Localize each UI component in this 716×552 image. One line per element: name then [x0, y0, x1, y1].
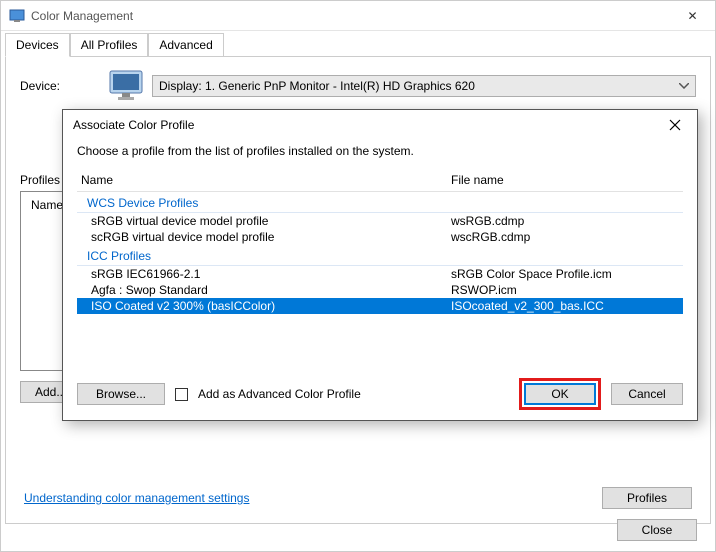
- close-icon: [669, 119, 681, 131]
- ok-button[interactable]: OK: [524, 383, 596, 405]
- list-item[interactable]: sRGB IEC61966-2.1 sRGB Color Space Profi…: [77, 266, 683, 282]
- row-name: Agfa : Swop Standard: [91, 283, 451, 297]
- row-name: sRGB virtual device model profile: [91, 214, 451, 228]
- add-advanced-checkbox[interactable]: [175, 388, 188, 401]
- ok-highlight: OK: [519, 378, 601, 410]
- group-wcs: WCS Device Profiles: [77, 194, 683, 213]
- dialog-titlebar: Associate Color Profile: [63, 110, 697, 140]
- header-file[interactable]: File name: [447, 173, 683, 187]
- row-name: sRGB IEC61966-2.1: [91, 267, 451, 281]
- row-file: sRGB Color Space Profile.icm: [451, 267, 612, 281]
- row-file: ISOcoated_v2_300_bas.ICC: [451, 299, 604, 313]
- dialog-body: Choose a profile from the list of profil…: [63, 140, 697, 324]
- row-name: ISO Coated v2 300% (basICColor): [91, 299, 451, 313]
- list-item[interactable]: sRGB virtual device model profile wsRGB.…: [77, 213, 683, 229]
- group-icc: ICC Profiles: [77, 247, 683, 266]
- dialog-button-row: Browse... Add as Advanced Color Profile …: [63, 368, 697, 420]
- dialog-overlay: Associate Color Profile Choose a profile…: [0, 0, 716, 552]
- browse-button[interactable]: Browse...: [77, 383, 165, 405]
- grid-header: Name File name: [77, 169, 683, 192]
- dialog-close-button[interactable]: [653, 111, 697, 140]
- list-item-selected[interactable]: ISO Coated v2 300% (basICColor) ISOcoate…: [77, 298, 683, 314]
- list-item[interactable]: Agfa : Swop Standard RSWOP.icm: [77, 282, 683, 298]
- row-file: RSWOP.icm: [451, 283, 517, 297]
- associate-profile-dialog: Associate Color Profile Choose a profile…: [62, 109, 698, 421]
- profile-grid: Name File name WCS Device Profiles sRGB …: [77, 168, 683, 314]
- dialog-instruction: Choose a profile from the list of profil…: [77, 144, 683, 158]
- tab-devices[interactable]: Devices: [5, 33, 70, 57]
- row-file: wscRGB.cdmp: [451, 230, 530, 244]
- add-advanced-label: Add as Advanced Color Profile: [198, 387, 361, 401]
- header-name[interactable]: Name: [77, 173, 447, 187]
- cancel-button[interactable]: Cancel: [611, 383, 683, 405]
- dialog-title: Associate Color Profile: [73, 118, 653, 132]
- list-item[interactable]: scRGB virtual device model profile wscRG…: [77, 229, 683, 245]
- row-file: wsRGB.cdmp: [451, 214, 524, 228]
- row-name: scRGB virtual device model profile: [91, 230, 451, 244]
